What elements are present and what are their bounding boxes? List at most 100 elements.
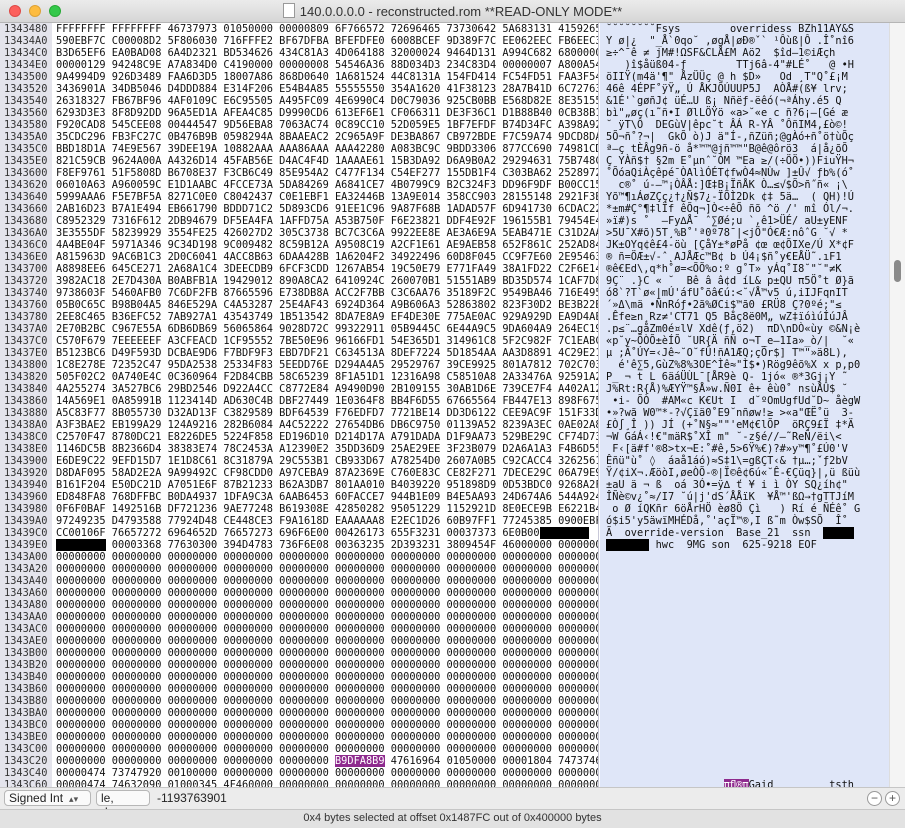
offset-label: 1343780 [4, 311, 48, 323]
ascii-row [606, 587, 889, 599]
offset-label: 1343B60 [4, 683, 48, 695]
hex-row: 00000000 00000000 00000000 00000000 0000… [56, 659, 599, 671]
offset-label: 1343840 [4, 383, 48, 395]
hex-row: 00000000 00000000 00000000 00000000 0000… [56, 575, 599, 587]
offset-label: 1343860 [4, 395, 48, 407]
vertical-scrollbar[interactable] [889, 23, 905, 787]
ascii-row: 9Ç¨ .}C « ˘ Bê â â¢d íL& p±QU π5Ö˚t Ø}ã [606, 275, 854, 287]
data-type-select[interactable]: Signed Int ▴▾ [4, 790, 91, 806]
data-type-label: Signed Int [9, 791, 64, 805]
ascii-row [606, 755, 889, 767]
redacted-bytes[interactable] [822, 527, 854, 539]
document-icon [282, 3, 295, 18]
offset-label: 1343680 [4, 215, 48, 227]
ascii-row: c®˚ ú-—™¡ÒÂÅ:]Œ‡B¡ÏñÅK Ò…≤√$Õ>ñ˝ñ« ¡\ [606, 179, 848, 191]
ascii-row: ÎÑè©v¿˚≈/I7 ˘ú|j'dS´ÅÅïK ¥Å™'ßΩ→†gTTJíM [606, 491, 854, 503]
hex-row: 2EE8C465 B36EFC52 7AB927A1 43543749 1B51… [56, 311, 599, 323]
selected-bytes[interactable]: πﬂ®π [723, 779, 749, 787]
hex-row: 35CDC296 FB3FC27C 0B476B9B 0598294A 8BAA… [56, 131, 599, 143]
ascii-row: Yõ™¶ıÁøZÇç¿†¿Ñ$7¿-ÏÕÌ2Dk ¢‡ 5ä… ( QH)!Ú [606, 191, 854, 203]
ascii-column[interactable]: ˘˘˘˘˘˘˘˘Fsys overridess BZh11AY&S Y ø|¿ "… [600, 23, 889, 787]
hex-row: 00000000 00000000 00000000 00000000 0000… [56, 635, 599, 647]
hex-editor-view[interactable]: 1343480 13434A0 13434C0 13434E0 1343500 13435… [0, 23, 905, 787]
offset-label: 13435E0 [4, 155, 48, 167]
hex-row: 00000000 00000000 00000000 00000000 0000… [56, 743, 599, 755]
ascii-row: Ÿ/¢iX¬.ÆöòI,øeÒÕ-®|Ï©ê¢6ú«˘Ê-€Çüq}|,ü ßü… [606, 467, 861, 479]
hex-row: F8EF9761 51F5808D B6708E37 F3CB6C49 85E9… [56, 167, 599, 179]
ascii-row: hwc 9MG son 625-9218 EOF [606, 539, 889, 551]
offset-label: 1343AE0 [4, 635, 48, 647]
hex-row: D8DAF095 58AD2E2A 9A99492C CF98CDD0 A97C… [56, 467, 599, 479]
redacted-bytes[interactable] [606, 539, 650, 551]
hex-column[interactable]: FFFFFFFF FFFFFFFF 46737973 01050000 0000… [53, 23, 599, 787]
ascii-row: £Ò∫¸Î )) JÍ (+˚N§≈""'eM¢€lÕP öRÇ9£Ï ‡*Ä [606, 419, 854, 431]
offset-label: 1343900 [4, 455, 48, 467]
offset-label: 1343960 [4, 491, 48, 503]
ascii-row: öIIŸ(m4ä'¶" ÅzÜÜç @ h $D» Od ¸T"Q˚£¡M [606, 71, 848, 83]
hex-row: 00000000 00000000 00000000 00000000 0000… [56, 683, 599, 695]
offset-label: 13436C0 [4, 239, 48, 251]
endianness-select[interactable]: le, dec▴▾ [96, 790, 150, 819]
plus-icon[interactable]: + [885, 791, 900, 806]
hex-row: C570F679 7EEEEEEF A3CFEACD 1CF95552 7BE5… [56, 335, 599, 347]
ascii-row [606, 695, 889, 707]
offset-label: 13436E0 [4, 251, 48, 263]
offset-label: 13435A0 [4, 131, 48, 143]
hex-row: 9738603F 5460AFB0 7C6DF2FB 87665596 E738… [56, 287, 599, 299]
ascii-row: 5Õ¬ñ˚?¬| GkÕ ò)J ä"Í-,ñZüñ;@gÀó+ñ˚ö†ùÕç [606, 131, 854, 143]
hex-row: E6DE9C22 9EFD15D7 1E1D8C61 8C31879A 29C5… [56, 455, 599, 467]
ascii-row: P_ ¬ t L 6äáÜÙL¯[ÅR9è Q- 1jó« ®*3Gj¡Y ˜ [606, 371, 848, 383]
ascii-row: •»?wã W0™*-?√Çïä0˚E9˘nñøw!≥ >«a"ŒË˚ü 3- [606, 407, 854, 419]
ascii-row: ó$i5'y5äwïMHÉDå,˚'açÏ™®,I ß˜m Òw$SÕ Î˚ [606, 515, 848, 527]
redacted-bytes[interactable]: 00000000 [56, 539, 106, 551]
hex-row: 97249235 D4793588 77924D48 CE448CE3 F9A1… [56, 515, 599, 527]
offset-label: 1343700 [4, 263, 48, 275]
inspector-value[interactable]: -1193763901 [157, 791, 227, 805]
offset-label: 1343A20 [4, 563, 48, 575]
offset-label: 13436A0 [4, 227, 48, 239]
selection-info-bar: 0x4 bytes selected at offset 0x1487FC ou… [0, 809, 905, 828]
ascii-row [606, 635, 889, 647]
ascii-row: F‹[ä#f'®8>tx¬E:˚#ê,5>6Ÿ%€)?#»y™¶˚£Ú0'V [606, 443, 848, 455]
scrollbar-thumb[interactable] [894, 260, 901, 282]
hex-row: 3E3555DF 58239929 3554FE25 426027D2 305C… [56, 227, 599, 239]
hex-row: A815963D 9AC6B1C3 2D0C6041 4ACC8B63 6DAA… [56, 251, 599, 263]
hex-row: 00000000 00000000 00000000 00000000 0000… [56, 587, 599, 599]
offset-label: 1343BA0 [4, 707, 48, 719]
offset-label: 1343580 [4, 119, 48, 131]
ascii-row: ´»Δ\mä •ÑnRóƒ•2ã%ØCi$™ã0 £RÜ8 Ç?0ºé;"≤ [606, 299, 842, 311]
ascii-row [606, 731, 889, 743]
hex-row: C8952329 7316F612 2DB94679 DF5EA4FA 1AFF… [56, 215, 599, 227]
ascii-row: J%Rt:R{Å)%ÆYŸ™§Å»w.Ñ0I ê+ êù0˚ nsùÅÛ$ ˘ [606, 383, 848, 395]
hex-row: 05B0C65C B98B04A5 846E529A C4A53287 25E4… [56, 299, 599, 311]
offset-label: 1343A00 [4, 551, 48, 563]
ascii-row [606, 659, 889, 671]
hex-row: ED848FA8 768DFFBC B0DA4937 1DFA9C3A 6AAB… [56, 491, 599, 503]
hex-row: 00000000 00000000 00000000 00000000 0000… [56, 707, 599, 719]
selected-bytes[interactable]: B9DFA8B9 [334, 755, 385, 767]
ascii-row: ˘˘˘˘˘˘˘˘Fsys overridess BZh11AY&S [606, 23, 854, 35]
hex-row: A3F3BAE2 EB199A29 124A9216 282B6084 A4C5… [56, 419, 599, 431]
minus-icon[interactable]: − [867, 791, 882, 806]
ascii-row: ≥÷^¯ê ≠ jM#!ΩSF&CLÅ£M Aö2 $îd—1©iÆçh [606, 47, 836, 59]
offset-label: 13439A0 [4, 515, 48, 527]
ascii-row: «p˘y~ÕÒÕ±èÍÕ ˘UR{Ä ñÑ o¬T_e—1Ia»_ò/| ˘« [606, 335, 854, 347]
ascii-row [606, 551, 889, 563]
ascii-row [606, 671, 889, 683]
hex-row: 00000000 00000000 00000000 00000000 0000… [56, 755, 599, 767]
ascii-row [606, 623, 889, 635]
offset-label: 1343720 [4, 275, 48, 287]
offset-label: 1343B40 [4, 671, 48, 683]
hex-row: 00000000 00000000 00000000 00000000 0000… [56, 647, 599, 659]
hex-row: 26318327 FB67BF96 4AF0109C E6C95505 A495… [56, 95, 599, 107]
offset-label: 13434A0 [4, 35, 48, 47]
offset-label: 1343500 [4, 71, 48, 83]
hex-row: 00000000 00000000 00000000 00000000 0000… [56, 563, 599, 575]
ascii-row [606, 683, 889, 695]
offset-label: 1343A40 [4, 575, 48, 587]
offset-label: 1343BE0 [4, 731, 48, 743]
offset-label: 1343AC0 [4, 623, 48, 635]
ascii-row: πﬂ®πGaid tsth [606, 779, 889, 787]
hex-row: B5123BC6 D49F593D DCBAE9D6 F7BDF9F3 EBD7… [56, 347, 599, 359]
redacted-bytes[interactable]: 00000000 [539, 527, 590, 539]
